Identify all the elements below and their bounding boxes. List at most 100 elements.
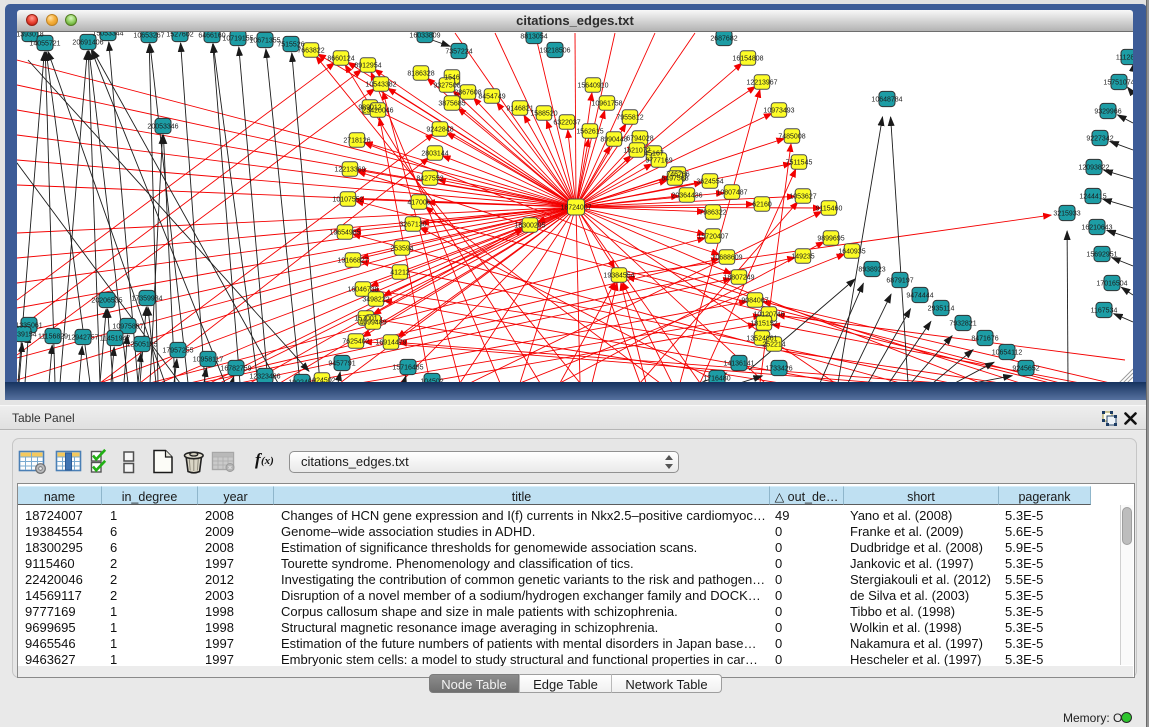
svg-text:10543382: 10543382 — [365, 82, 396, 89]
svg-text:8813054: 8813054 — [520, 34, 547, 41]
svg-text:9084067: 9084067 — [741, 298, 768, 305]
svg-text:12213967: 12213967 — [746, 80, 777, 87]
svg-text:9899695: 9899695 — [817, 236, 844, 243]
svg-text:1167534: 1167534 — [1091, 308, 1118, 315]
svg-text:10654112: 10654112 — [992, 350, 1023, 357]
svg-text:9329966: 9329966 — [1094, 109, 1121, 116]
svg-text:7955812: 7955812 — [616, 115, 643, 122]
svg-text:1716480: 1716480 — [703, 376, 730, 383]
svg-text:10958117: 10958117 — [193, 357, 224, 364]
svg-text:16210643: 16210643 — [1081, 225, 1112, 232]
svg-text:41212: 41212 — [390, 270, 410, 277]
svg-text:9227342: 9227342 — [1086, 136, 1113, 143]
svg-text:8660124: 8660124 — [327, 56, 354, 63]
svg-text:17359934: 17359934 — [131, 296, 162, 303]
svg-text:14136141: 14136141 — [723, 361, 754, 368]
svg-text:8912954: 8912954 — [354, 63, 381, 70]
svg-text:16033809: 16033809 — [409, 33, 440, 40]
svg-text:17016504: 17016504 — [1096, 281, 1127, 288]
svg-text:18807249: 18807249 — [723, 275, 754, 282]
svg-text:7932821: 7932821 — [949, 321, 976, 328]
svg-text:2718126: 2718126 — [343, 138, 370, 145]
svg-text:1053627: 1053627 — [789, 194, 816, 201]
svg-text:10671355: 10671355 — [249, 38, 280, 45]
svg-text:16154808: 16154808 — [732, 56, 763, 63]
svg-text:8427552: 8427552 — [416, 176, 443, 183]
svg-text:3215933: 3215933 — [1053, 211, 1080, 218]
svg-text:10961758: 10961758 — [591, 101, 622, 108]
svg-text:7357224: 7357224 — [445, 49, 472, 56]
svg-text:253594: 253594 — [390, 246, 413, 253]
svg-text:19166827: 19166827 — [337, 258, 368, 265]
svg-text:9327508: 9327508 — [433, 83, 460, 90]
svg-text:7511545: 7511545 — [786, 160, 813, 167]
svg-text:15053344: 15053344 — [92, 32, 123, 38]
svg-text:6322037: 6322037 — [553, 120, 580, 127]
svg-text:1588520: 1588520 — [530, 111, 557, 118]
svg-text:12942757: 12942757 — [67, 335, 98, 342]
svg-text:10688609: 10688609 — [711, 255, 742, 262]
svg-text:12213369: 12213369 — [334, 167, 365, 174]
svg-text:10107552: 10107552 — [332, 197, 363, 204]
svg-text:20691406: 20691406 — [72, 40, 103, 47]
svg-text:15716485: 15716485 — [392, 365, 423, 372]
svg-text:15640910: 15640910 — [577, 83, 608, 90]
svg-text:104502: 104502 — [420, 379, 443, 383]
svg-text:1244415: 1244415 — [1079, 194, 1106, 201]
svg-text:3498222: 3498222 — [362, 297, 389, 304]
svg-text:8186328: 8186328 — [407, 71, 434, 78]
svg-text:3875685: 3875685 — [438, 101, 465, 108]
svg-text:19654985: 19654985 — [329, 230, 360, 237]
svg-text:16046738: 16046738 — [347, 287, 378, 294]
svg-text:9777169: 9777169 — [645, 158, 672, 165]
svg-text:7986322: 7986322 — [699, 210, 726, 217]
svg-text:1640935: 1640935 — [838, 249, 865, 256]
svg-text:20364436: 20364436 — [671, 193, 702, 200]
svg-text:6497568: 6497568 — [661, 176, 688, 183]
svg-text:9457791: 9457791 — [328, 361, 355, 368]
svg-text:45167: 45167 — [644, 151, 664, 158]
svg-text:10648784: 10648784 — [871, 97, 902, 104]
svg-text:20206535: 20206535 — [91, 298, 122, 305]
svg-text:7485008: 7485008 — [778, 134, 805, 141]
svg-text:3267130: 3267130 — [399, 222, 426, 229]
svg-text:19218506: 19218506 — [539, 48, 570, 55]
svg-text:15720407: 15720407 — [697, 234, 728, 241]
svg-text:(x): (x) — [261, 455, 274, 467]
svg-text:62160: 62160 — [752, 202, 772, 209]
svg-text:10975887: 10975887 — [112, 324, 143, 331]
svg-text:10807487: 10807487 — [716, 190, 747, 197]
svg-text:15692951: 15692951 — [1086, 252, 1117, 259]
svg-text:252214: 252214 — [762, 342, 785, 349]
svg-text:2935114: 2935114 — [928, 306, 955, 313]
svg-text:9245652: 9245652 — [1012, 366, 1039, 373]
svg-text:14055721: 14055721 — [29, 41, 60, 48]
svg-text:23420046: 23420046 — [362, 108, 393, 115]
svg-text:1393018: 1393018 — [17, 32, 44, 39]
svg-text:12505135: 12505135 — [126, 342, 157, 349]
svg-text:1939154: 1939154 — [17, 332, 37, 339]
svg-text:2687682: 2687682 — [710, 36, 737, 43]
svg-text:1112806: 1112806 — [1116, 55, 1133, 62]
svg-text:9115460: 9115460 — [816, 206, 843, 213]
svg-text:8471676: 8471676 — [971, 336, 998, 343]
svg-text:1527602: 1527602 — [166, 32, 193, 39]
svg-text:1024502: 1024502 — [308, 378, 335, 383]
svg-text:2803144: 2803144 — [421, 151, 448, 158]
svg-text:7663822: 7663822 — [297, 48, 324, 55]
svg-text:12093822: 12093822 — [1078, 165, 1109, 172]
svg-text:10653267: 10653267 — [133, 33, 164, 40]
svg-text:7625402: 7625402 — [342, 339, 369, 346]
svg-text:20053346: 20053346 — [147, 124, 178, 131]
svg-text:1733426: 1733426 — [765, 366, 792, 373]
svg-text:18300295: 18300295 — [514, 223, 545, 230]
svg-text:6794028: 6794028 — [626, 136, 653, 143]
svg-text:16782759: 16782759 — [220, 366, 251, 373]
svg-text:417006: 417006 — [407, 200, 430, 207]
svg-text:1335061: 1335061 — [17, 323, 43, 330]
svg-text:19384554: 19384554 — [603, 273, 634, 280]
svg-text:11156829: 11156829 — [38, 334, 68, 341]
svg-text:8990448: 8990448 — [600, 137, 627, 144]
svg-text:12323486: 12323486 — [249, 374, 280, 381]
svg-text:15751074: 15751074 — [1103, 80, 1133, 87]
